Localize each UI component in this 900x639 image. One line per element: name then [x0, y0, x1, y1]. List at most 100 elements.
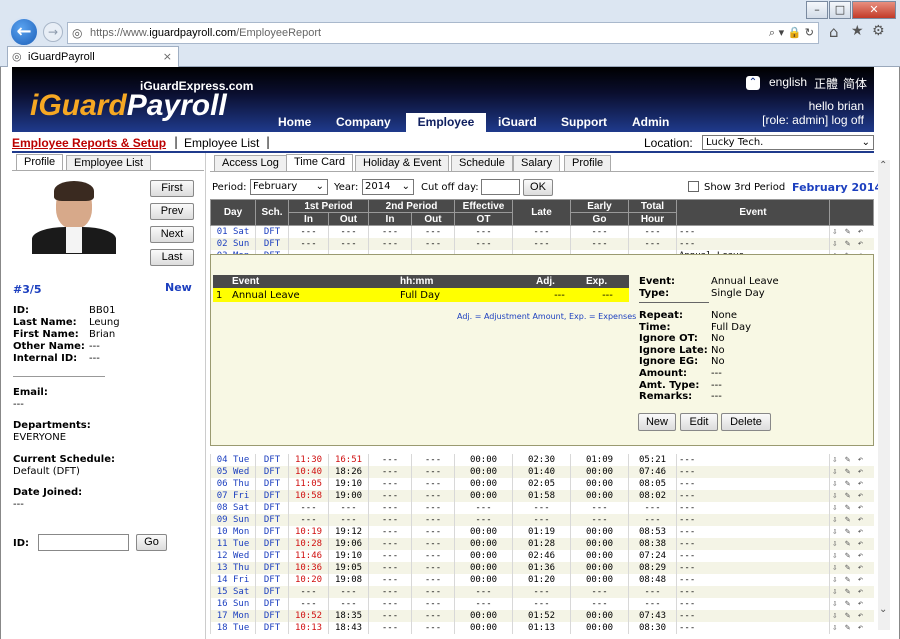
gear-icon[interactable]: ⚙	[872, 23, 885, 39]
nav-home[interactable]: Home	[270, 113, 319, 132]
first-button[interactable]: First	[150, 180, 194, 197]
location-select[interactable]: Lucky Tech. ⌄	[702, 135, 874, 150]
row-action-icons[interactable]: ⇩ ✎ ↶	[829, 537, 874, 550]
logo[interactable]: iGuardPayroll	[30, 89, 227, 123]
row-action-icons[interactable]: ⇩ ✎ ↶	[829, 489, 874, 502]
cell-day[interactable]: 13 Thu	[210, 561, 256, 574]
col-total: Total	[628, 199, 677, 213]
address-bar[interactable]: ◎ https://www.iguardpayroll.com/Employee…	[67, 22, 819, 44]
id-search-input[interactable]	[38, 534, 129, 551]
event-delete-button[interactable]: Delete	[721, 413, 771, 431]
scrollbar[interactable]: ⌃ ⌄	[878, 160, 890, 630]
reports-link[interactable]: Employee Reports & Setup	[12, 136, 166, 150]
prev-button[interactable]: Prev	[150, 203, 194, 220]
row-action-icons[interactable]: ⇩ ✎ ↶	[829, 453, 874, 466]
tab-access-log[interactable]: Access Log	[214, 155, 287, 171]
cell-day[interactable]: 02 Sun	[210, 237, 256, 250]
nav-admin[interactable]: Admin	[624, 113, 677, 132]
tab-schedule[interactable]: Schedule	[451, 155, 513, 171]
cell-early: ---	[570, 585, 629, 598]
role-logoff[interactable]: [role: admin] log off	[762, 113, 864, 127]
nav-iguard[interactable]: iGuard	[490, 113, 545, 132]
close-icon[interactable]: ✕	[852, 1, 896, 19]
tab-employee-list[interactable]: Employee List	[66, 155, 152, 171]
new-link[interactable]: New	[165, 281, 192, 294]
row-action-icons[interactable]: ⇩ ✎ ↶	[829, 597, 874, 610]
cell-day[interactable]: 04 Tue	[210, 453, 256, 466]
cell-day[interactable]: 05 Wed	[210, 465, 256, 478]
nav-employee[interactable]: Employee	[406, 113, 486, 132]
sub-bar: Employee Reports & Setup | Employee List…	[12, 133, 874, 151]
show-3rd-checkbox[interactable]	[688, 181, 699, 192]
cell-day[interactable]: 10 Mon	[210, 525, 256, 538]
cell-in2: ---	[368, 237, 412, 250]
scroll-up-icon[interactable]: ⌃	[879, 160, 887, 171]
row-action-icons[interactable]: ⇩ ✎ ↶	[829, 513, 874, 526]
employee-list-link[interactable]: Employee List	[184, 136, 259, 150]
cell-day[interactable]: 12 Wed	[210, 549, 256, 562]
lang-traditional[interactable]: 正體	[814, 75, 838, 92]
row-action-icons[interactable]: ⇩ ✎ ↶	[829, 621, 874, 634]
site-header: iGuardExpress.com iGuardPayroll ⌃ englis…	[12, 67, 874, 132]
tab-holiday-event[interactable]: Holiday & Event	[355, 155, 450, 171]
star-icon[interactable]: ★	[851, 23, 864, 39]
cell-day[interactable]: 15 Sat	[210, 585, 256, 598]
row-action-icons[interactable]: ⇩ ✎ ↶	[829, 237, 874, 250]
back-icon[interactable]: ←	[9, 17, 39, 47]
event-row[interactable]: 1 Annual Leave Full Day --- ---	[213, 288, 629, 302]
tab-profile[interactable]: Profile	[16, 154, 64, 171]
scroll-down-icon[interactable]: ⌄	[879, 604, 887, 615]
last-button[interactable]: Last	[150, 249, 194, 266]
cell-day[interactable]: 14 Fri	[210, 573, 256, 586]
row-action-icons[interactable]: ⇩ ✎ ↶	[829, 609, 874, 622]
cell-ot: ---	[454, 237, 513, 250]
period-label: Period:	[212, 182, 247, 193]
cell-sch: DFT	[255, 537, 289, 550]
tab-salary[interactable]: Salary	[513, 155, 561, 171]
row-action-icons[interactable]: ⇩ ✎ ↶	[829, 549, 874, 562]
row-action-icons[interactable]: ⇩ ✎ ↶	[829, 525, 874, 538]
row-action-icons[interactable]: ⇩ ✎ ↶	[829, 573, 874, 586]
cell-day[interactable]: 06 Thu	[210, 477, 256, 490]
forward-icon[interactable]: →	[43, 22, 63, 42]
cell-day[interactable]: 18 Tue	[210, 621, 256, 634]
row-action-icons[interactable]: ⇩ ✎ ↶	[829, 477, 874, 490]
row-action-icons[interactable]: ⇩ ✎ ↶	[829, 465, 874, 478]
cell-day[interactable]: 08 Sat	[210, 501, 256, 514]
next-button[interactable]: Next	[150, 226, 194, 243]
period-select[interactable]: February ⌄	[250, 179, 328, 195]
cell-sch: DFT	[255, 609, 289, 622]
nav-support[interactable]: Support	[553, 113, 615, 132]
cell-day[interactable]: 07 Fri	[210, 489, 256, 502]
row-action-icons[interactable]: ⇩ ✎ ↶	[829, 585, 874, 598]
cell-early: 00:00	[570, 477, 629, 490]
lang-english[interactable]: english	[769, 75, 807, 89]
cell-day[interactable]: 01 Sat	[210, 225, 256, 238]
minimize-icon[interactable]: –	[806, 1, 828, 19]
tab-close-icon[interactable]: ×	[163, 50, 172, 63]
event-edit-button[interactable]: Edit	[680, 413, 718, 431]
nav-company[interactable]: Company	[328, 113, 399, 132]
cutoff-input[interactable]	[481, 179, 520, 195]
maximize-icon[interactable]: □	[829, 1, 851, 19]
lang-simplified[interactable]: 简体	[843, 75, 867, 92]
cell-day[interactable]: 11 Tue	[210, 537, 256, 550]
year-select[interactable]: 2014 ⌄	[362, 179, 414, 195]
cell-day[interactable]: 17 Mon	[210, 609, 256, 622]
home-icon[interactable]: ⌂	[829, 23, 839, 41]
tab-time-card[interactable]: Time Card	[286, 154, 353, 171]
go-button[interactable]: Go	[136, 534, 167, 551]
cell-day[interactable]: 16 Sun	[210, 597, 256, 610]
row-action-icons[interactable]: ⇩ ✎ ↶	[829, 225, 874, 238]
row-action-icons[interactable]: ⇩ ✎ ↶	[829, 561, 874, 574]
ok-button[interactable]: OK	[523, 179, 553, 196]
event-new-button[interactable]: New	[638, 413, 676, 431]
date-joined-value: ---	[13, 499, 24, 510]
browser-tab[interactable]: ◎ iGuardPayroll ×	[7, 46, 179, 67]
row-action-icons[interactable]: ⇩ ✎ ↶	[829, 501, 874, 514]
search-lock-refresh-icons[interactable]: ⌕ ▾ 🔒 ↻	[769, 26, 814, 40]
tab-profile-right[interactable]: Profile	[564, 155, 612, 171]
cell-out1: 18:35	[328, 609, 369, 622]
cell-sch: DFT	[255, 549, 289, 562]
cell-day[interactable]: 09 Sun	[210, 513, 256, 526]
